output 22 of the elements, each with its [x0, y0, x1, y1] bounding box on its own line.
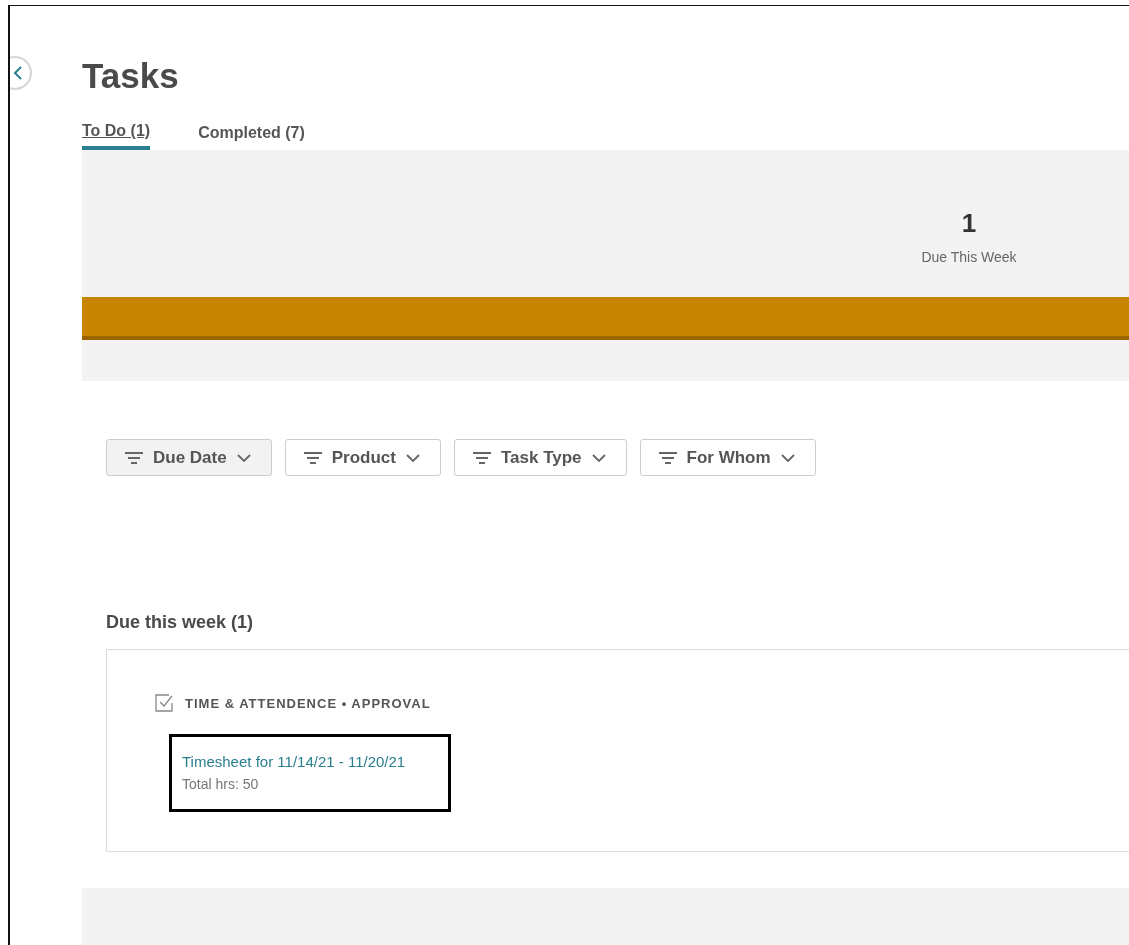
filter-icon — [472, 451, 491, 464]
task-category: TIME & ATTENDENCE • APPROVAL — [185, 695, 431, 711]
tab[interactable]: Completed (7) — [198, 124, 305, 150]
filter-icon — [125, 451, 143, 464]
due-label: Due This Week — [921, 249, 1017, 265]
filter-icon — [658, 451, 677, 464]
page-title: Tasks — [82, 56, 180, 96]
filter-icon — [303, 451, 322, 464]
task-detail: Total hrs: 50 — [182, 776, 260, 792]
due-count: 1 — [961, 208, 977, 239]
chevron-left-icon — [13, 66, 23, 80]
filter-button[interactable]: Due Date — [106, 439, 272, 476]
filter-button[interactable]: Task Type — [453, 439, 627, 476]
checkbox-icon — [155, 694, 173, 712]
section-heading: Due this week (1) — [106, 612, 255, 633]
chevron-down-icon — [591, 453, 606, 462]
filter-button[interactable]: Product — [284, 439, 441, 476]
chevron-down-icon — [236, 453, 251, 462]
chevron-down-icon — [405, 453, 420, 462]
filter-button[interactable]: For Whom — [639, 439, 816, 476]
chevron-down-icon — [780, 453, 795, 462]
task-link[interactable]: Timesheet for 11/14/21 - 11/20/21 — [182, 753, 438, 770]
